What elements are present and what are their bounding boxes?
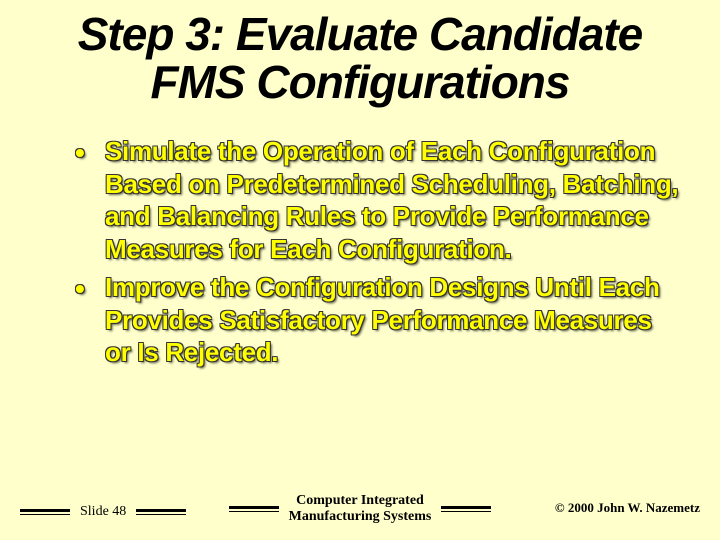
rule-icon <box>229 506 279 512</box>
bullet-item: Improve the Configuration Designs Until … <box>65 271 680 369</box>
footer-center-text: Computer Integrated Manufacturing System… <box>289 493 432 524</box>
slide-footer: Slide 48 Computer Integrated Manufacturi… <box>20 484 700 524</box>
slide-body: Simulate the Operation of Each Configura… <box>65 135 680 375</box>
rule-icon <box>441 506 491 512</box>
bullet-item: Simulate the Operation of Each Configura… <box>65 135 680 265</box>
footer-center-line2: Manufacturing Systems <box>289 509 432 524</box>
footer-center-line1: Computer Integrated <box>296 493 424 508</box>
slide: Step 3: Evaluate Candidate FMS Configura… <box>0 0 720 540</box>
slide-title: Step 3: Evaluate Candidate FMS Configura… <box>0 10 720 107</box>
bullet-list: Simulate the Operation of Each Configura… <box>65 135 680 369</box>
copyright: © 2000 John W. Nazemetz <box>555 500 700 516</box>
